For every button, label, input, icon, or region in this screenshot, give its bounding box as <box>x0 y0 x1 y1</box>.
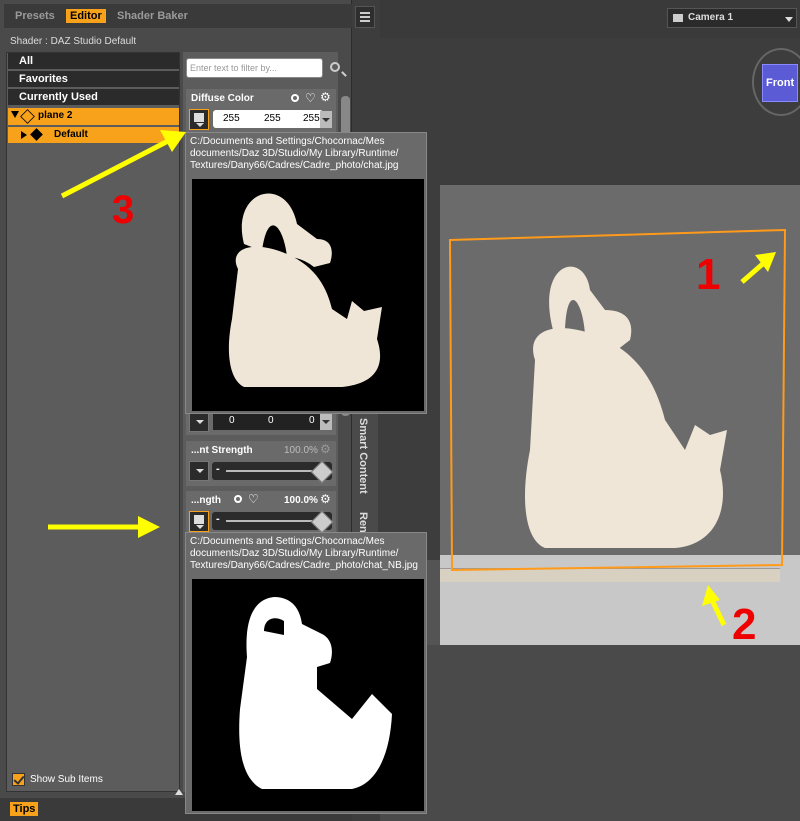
annotation-number-2: 2 <box>732 600 757 649</box>
arrow-2-icon <box>702 585 727 627</box>
annotation-arrows <box>48 130 776 627</box>
arrow-3-icon <box>60 130 186 199</box>
annotation-number-1: 1 <box>696 250 721 299</box>
arrow-left-icon <box>48 516 160 538</box>
arrow-1-icon <box>740 252 776 284</box>
annotation-number-3: 3 <box>112 188 135 232</box>
